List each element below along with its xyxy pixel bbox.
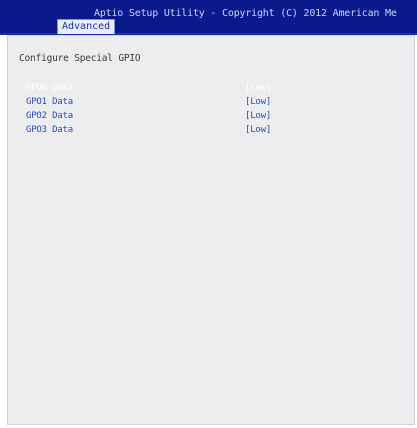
option-row-gpo3[interactable]: GPO3 Data [Low] [8, 125, 414, 138]
option-label: GPO2 Data [26, 111, 73, 121]
app-title: Aptio Setup Utility - Copyright (C) 2012… [94, 8, 397, 19]
option-row-gpo1[interactable]: GPO1 Data [Low] [8, 97, 414, 110]
option-value[interactable]: [Low] [245, 83, 271, 93]
bios-setup-screen: Aptio Setup Utility - Copyright (C) 2012… [0, 0, 417, 428]
option-value[interactable]: [Low] [245, 97, 271, 107]
settings-panel: Configure Special GPIO GPO0 Data [Low] G… [7, 35, 415, 425]
option-value[interactable]: [Low] [245, 125, 271, 135]
section-title: Configure Special GPIO [19, 53, 141, 64]
option-value[interactable]: [Low] [245, 111, 271, 121]
option-row-gpo2[interactable]: GPO2 Data [Low] [8, 111, 414, 124]
option-row-gpo0[interactable]: GPO0 Data [Low] [8, 83, 414, 96]
tab-advanced[interactable]: Advanced [57, 19, 116, 34]
title-bar: Aptio Setup Utility - Copyright (C) 2012… [0, 0, 417, 35]
option-label: GPO3 Data [26, 125, 73, 135]
option-label: GPO0 Data [26, 83, 73, 93]
option-label: GPO1 Data [26, 97, 73, 107]
